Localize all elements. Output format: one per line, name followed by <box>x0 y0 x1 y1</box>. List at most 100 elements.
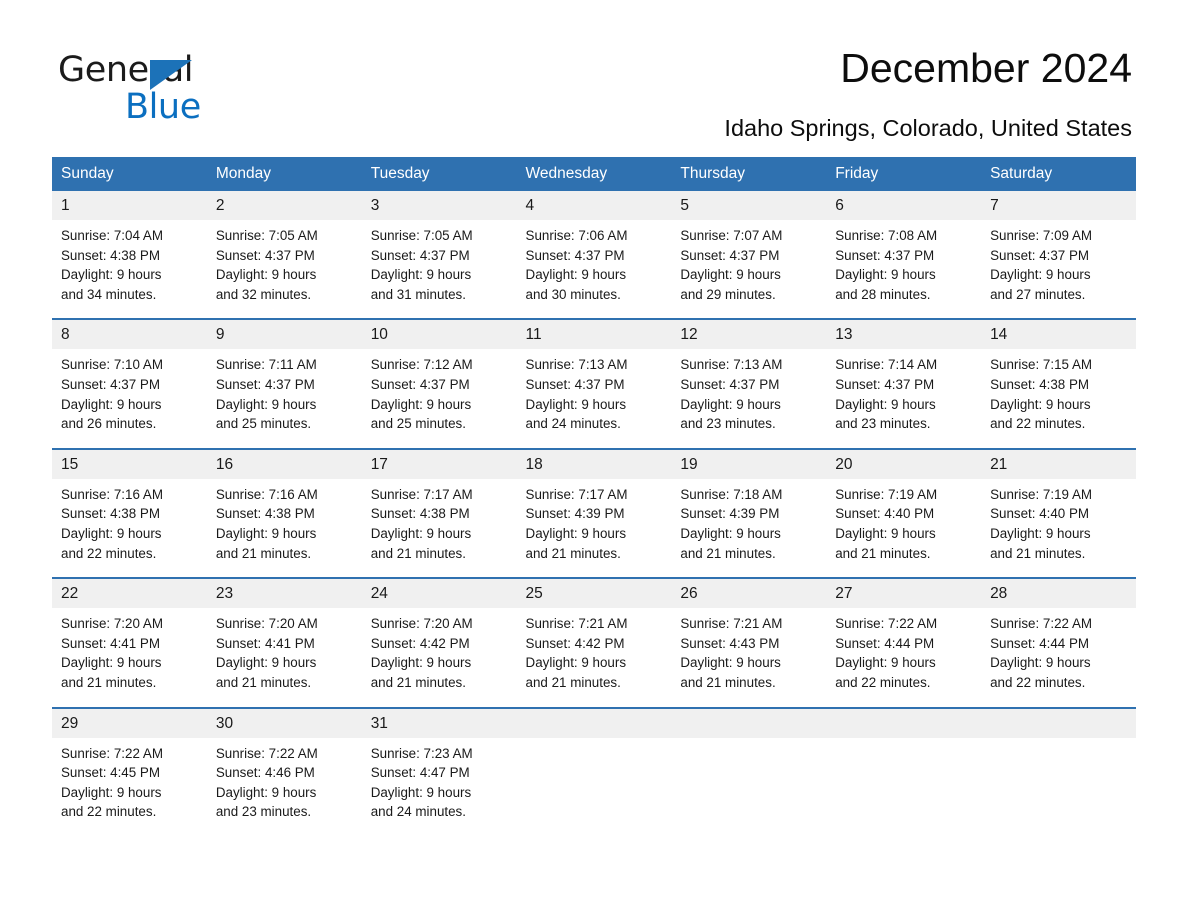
day-cell[interactable]: Sunrise: 7:11 AM Sunset: 4:37 PM Dayligh… <box>206 349 362 449</box>
daylight-text-line2: and 23 minutes. <box>680 416 776 432</box>
day-number[interactable]: 11 <box>516 318 672 350</box>
day-cell[interactable]: Sunrise: 7:20 AM Sunset: 4:41 PM Dayligh… <box>206 608 362 708</box>
day-number[interactable]: 27 <box>826 577 982 609</box>
weekday-header-thursday: Thursday <box>671 157 827 191</box>
day-number[interactable]: 17 <box>361 447 517 479</box>
daylight-text-line2: and 21 minutes. <box>680 674 776 690</box>
day-number[interactable]: 2 <box>206 191 362 220</box>
daylight-text-line2: and 25 minutes. <box>215 416 312 432</box>
weekday-header-friday: Friday <box>826 157 982 191</box>
daylight-text-line2: and 27 minutes. <box>990 286 1086 302</box>
day-number[interactable]: 6 <box>826 191 982 220</box>
day-number[interactable]: 28 <box>981 577 1136 609</box>
day-cell[interactable]: Sunrise: 7:23 AM Sunset: 4:47 PM Dayligh… <box>361 737 517 836</box>
day-number[interactable]: 1 <box>52 191 207 220</box>
daylight-text-line1: Daylight: 9 hours <box>61 267 162 283</box>
day-cell[interactable]: Sunrise: 7:17 AM Sunset: 4:38 PM Dayligh… <box>361 478 517 579</box>
day-number[interactable]: 8 <box>52 318 207 350</box>
day-number[interactable]: 31 <box>361 706 517 738</box>
day-number[interactable]: 18 <box>516 447 672 479</box>
day-cell[interactable]: Sunrise: 7:22 AM Sunset: 4:44 PM Dayligh… <box>826 608 982 708</box>
day-number-empty <box>826 706 982 738</box>
daylight-text-line1: Daylight: 9 hours <box>215 267 317 283</box>
day-cell[interactable]: Sunrise: 7:05 AM Sunset: 4:37 PM Dayligh… <box>206 220 362 320</box>
daylight-text-line2: and 34 minutes. <box>61 286 157 302</box>
day-cell[interactable]: Sunrise: 7:07 AM Sunset: 4:37 PM Dayligh… <box>671 220 827 320</box>
day-number[interactable]: 22 <box>52 577 207 609</box>
daylight-text-line2: and 22 minutes. <box>61 545 157 561</box>
day-number[interactable]: 20 <box>826 447 982 479</box>
day-number[interactable]: 25 <box>516 577 672 609</box>
day-cell[interactable]: Sunrise: 7:12 AM Sunset: 4:37 PM Dayligh… <box>361 349 517 449</box>
day-cell[interactable]: Sunrise: 7:05 AM Sunset: 4:37 PM Dayligh… <box>361 220 517 320</box>
daylight-text-line1: Daylight: 9 hours <box>370 396 472 412</box>
week-row-details: Sunrise: 7:22 AM Sunset: 4:45 PM Dayligh… <box>52 737 1136 836</box>
daylight-text-line1: Daylight: 9 hours <box>835 655 936 671</box>
day-cell[interactable]: Sunrise: 7:22 AM Sunset: 4:45 PM Dayligh… <box>52 737 207 836</box>
daylight-text-line2: and 22 minutes. <box>990 416 1086 432</box>
day-cell[interactable]: Sunrise: 7:10 AM Sunset: 4:37 PM Dayligh… <box>52 349 207 449</box>
general-blue-logo[interactable]: General Blue <box>58 50 258 127</box>
sunset-text: Sunset: 4:38 PM <box>61 247 160 263</box>
daylight-text-line1: Daylight: 9 hours <box>215 396 317 412</box>
day-cell[interactable]: Sunrise: 7:16 AM Sunset: 4:38 PM Dayligh… <box>206 478 362 579</box>
day-number[interactable]: 13 <box>826 318 982 350</box>
day-number[interactable]: 26 <box>671 577 827 609</box>
daylight-text-line1: Daylight: 9 hours <box>680 267 781 283</box>
sunrise-text: Sunrise: 7:19 AM <box>835 486 938 502</box>
daylight-text-line2: and 28 minutes. <box>835 286 931 302</box>
day-cell[interactable]: Sunrise: 7:04 AM Sunset: 4:38 PM Dayligh… <box>52 220 207 320</box>
day-number[interactable]: 16 <box>206 447 362 479</box>
day-number[interactable]: 23 <box>206 577 362 609</box>
day-cell[interactable]: Sunrise: 7:21 AM Sunset: 4:42 PM Dayligh… <box>516 608 672 708</box>
day-cell[interactable]: Sunrise: 7:16 AM Sunset: 4:38 PM Dayligh… <box>52 478 207 579</box>
daylight-text-line1: Daylight: 9 hours <box>61 655 162 671</box>
day-cell[interactable]: Sunrise: 7:17 AM Sunset: 4:39 PM Dayligh… <box>516 478 672 579</box>
day-number[interactable]: 14 <box>981 318 1136 350</box>
day-number[interactable]: 9 <box>206 318 362 350</box>
sunset-text: Sunset: 4:37 PM <box>680 376 780 392</box>
day-number[interactable]: 3 <box>361 191 517 220</box>
day-cell[interactable]: Sunrise: 7:09 AM Sunset: 4:37 PM Dayligh… <box>981 220 1136 320</box>
day-cell[interactable]: Sunrise: 7:18 AM Sunset: 4:39 PM Dayligh… <box>671 478 827 579</box>
daylight-text-line2: and 22 minutes. <box>990 674 1086 690</box>
day-cell[interactable]: Sunrise: 7:19 AM Sunset: 4:40 PM Dayligh… <box>826 478 982 579</box>
daylight-text-line2: and 21 minutes. <box>835 545 931 561</box>
day-cell[interactable]: Sunrise: 7:14 AM Sunset: 4:37 PM Dayligh… <box>826 349 982 449</box>
day-number[interactable]: 21 <box>981 447 1136 479</box>
day-cell[interactable]: Sunrise: 7:15 AM Sunset: 4:38 PM Dayligh… <box>981 349 1136 449</box>
daylight-text-line2: and 22 minutes. <box>835 674 931 690</box>
day-number[interactable]: 12 <box>671 318 827 350</box>
day-cell[interactable]: Sunrise: 7:22 AM Sunset: 4:46 PM Dayligh… <box>206 737 362 836</box>
sunset-text: Sunset: 4:42 PM <box>370 635 470 651</box>
daylight-text-line1: Daylight: 9 hours <box>215 784 317 800</box>
day-cell[interactable]: Sunrise: 7:20 AM Sunset: 4:42 PM Dayligh… <box>361 608 517 708</box>
sunrise-text: Sunrise: 7:08 AM <box>835 228 938 243</box>
day-cell[interactable]: Sunrise: 7:08 AM Sunset: 4:37 PM Dayligh… <box>826 220 982 320</box>
day-cell[interactable]: Sunrise: 7:13 AM Sunset: 4:37 PM Dayligh… <box>671 349 827 449</box>
day-number[interactable]: 30 <box>206 706 362 738</box>
day-number[interactable]: 10 <box>361 318 517 350</box>
day-cell-empty <box>826 737 982 836</box>
sunset-text: Sunset: 4:37 PM <box>370 247 470 263</box>
sunset-text: Sunset: 4:44 PM <box>835 635 935 651</box>
sunset-text: Sunset: 4:37 PM <box>525 247 625 263</box>
day-number-empty <box>516 706 672 738</box>
day-cell[interactable]: Sunrise: 7:19 AM Sunset: 4:40 PM Dayligh… <box>981 478 1136 579</box>
day-number[interactable]: 4 <box>516 191 672 220</box>
sunrise-text: Sunrise: 7:06 AM <box>525 228 628 243</box>
day-number[interactable]: 24 <box>361 577 517 609</box>
day-cell[interactable]: Sunrise: 7:21 AM Sunset: 4:43 PM Dayligh… <box>671 608 827 708</box>
day-cell[interactable]: Sunrise: 7:06 AM Sunset: 4:37 PM Dayligh… <box>516 220 672 320</box>
day-number[interactable]: 7 <box>981 191 1136 220</box>
day-number[interactable]: 5 <box>671 191 827 220</box>
day-number[interactable]: 15 <box>52 447 207 479</box>
day-cell[interactable]: Sunrise: 7:20 AM Sunset: 4:41 PM Dayligh… <box>52 608 207 708</box>
day-number[interactable]: 19 <box>671 447 827 479</box>
daylight-text-line1: Daylight: 9 hours <box>990 525 1091 541</box>
day-cell[interactable]: Sunrise: 7:22 AM Sunset: 4:44 PM Dayligh… <box>981 608 1136 708</box>
day-number[interactable]: 29 <box>52 706 207 738</box>
calendar-page: General Blue December 2024 Idaho Springs… <box>0 0 1188 918</box>
sunset-text: Sunset: 4:37 PM <box>990 247 1090 263</box>
day-cell[interactable]: Sunrise: 7:13 AM Sunset: 4:37 PM Dayligh… <box>516 349 672 449</box>
